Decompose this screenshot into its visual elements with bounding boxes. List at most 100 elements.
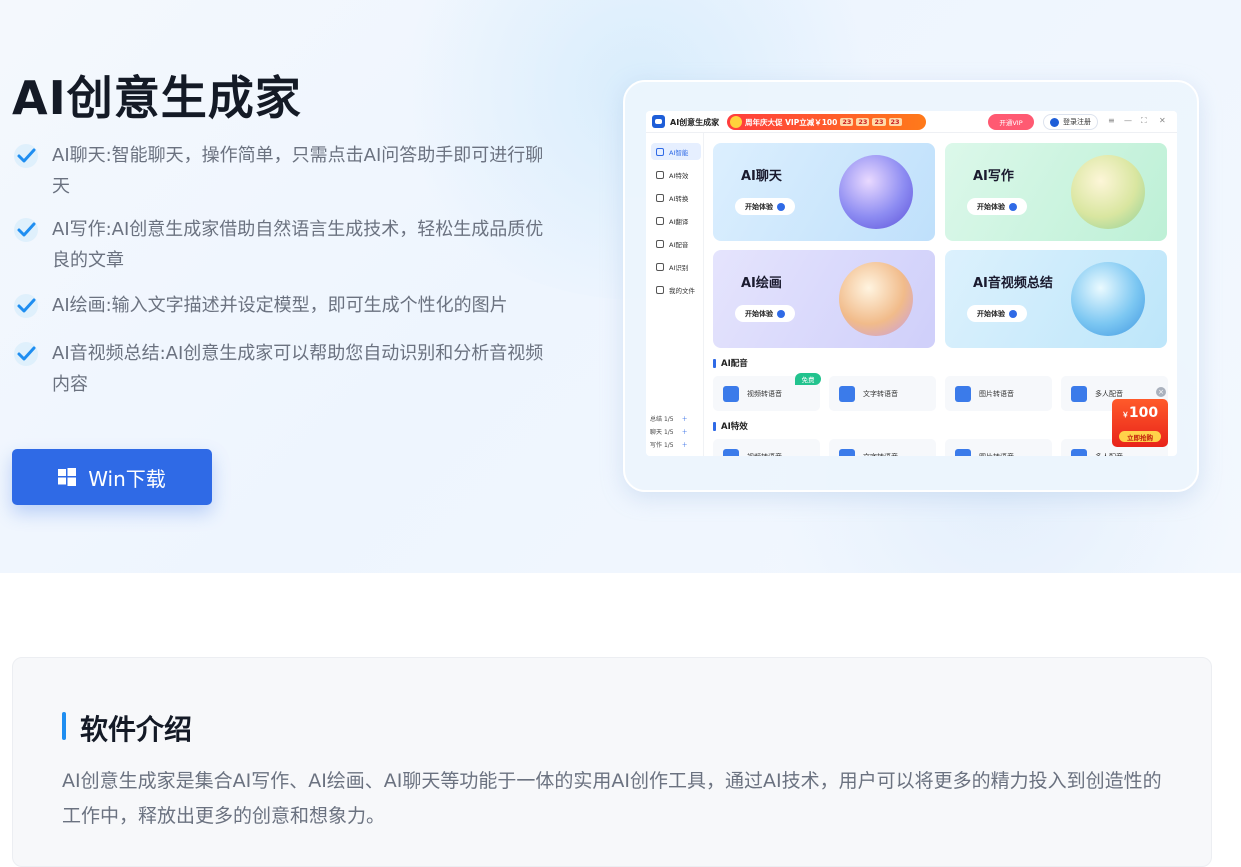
app-sidebar: AI智能 AI特效 AI转换 AI翻译 AI配音 AI识别 我的文件 总结 1/… bbox=[646, 133, 704, 456]
quota-label: 写作 bbox=[650, 442, 663, 449]
close-icon[interactable]: × bbox=[1156, 387, 1166, 397]
buy-now-button[interactable]: 立即抢购 bbox=[1119, 431, 1161, 442]
quota-value: 1/5 bbox=[663, 416, 674, 423]
tool-video-to-voice[interactable]: 视频转语音 bbox=[713, 439, 820, 456]
feature-item: AI绘画:输入文字描述并设定模型，即可生成个性化的图片 bbox=[12, 290, 552, 321]
sidebar-item-label: AI翻译 bbox=[669, 217, 689, 226]
palette-icon bbox=[839, 262, 913, 336]
voice-icon bbox=[656, 239, 664, 248]
people-icon bbox=[1071, 385, 1087, 402]
check-icon bbox=[14, 342, 38, 366]
close-icon[interactable]: ✕ bbox=[1159, 116, 1166, 125]
countdown-cell: 23 bbox=[888, 118, 902, 126]
card-ai-writing[interactable]: AI写作 开始体验 bbox=[945, 143, 1167, 241]
sidebar-item-ai-translate[interactable]: AI翻译 bbox=[651, 212, 701, 229]
section-heading: AI特效 bbox=[713, 420, 748, 432]
feature-text: AI音视频总结:AI创意生成家可以帮助您自动识别和分析音视频内容 bbox=[52, 343, 544, 395]
minimize-icon[interactable]: — bbox=[1124, 116, 1132, 125]
coupon-popup[interactable]: ￥100 立即抢购 bbox=[1112, 399, 1168, 447]
tool-label: 视频转语音 bbox=[747, 389, 782, 398]
text-icon bbox=[839, 385, 855, 402]
check-icon bbox=[14, 218, 38, 242]
countdown-cell: 23 bbox=[872, 118, 886, 126]
card-title: AI绘画 bbox=[741, 276, 782, 291]
quota-row: 总结 1/5 ＋ bbox=[650, 414, 688, 423]
check-icon bbox=[14, 144, 38, 168]
section-heading: AI配音 bbox=[713, 357, 748, 369]
quota-label: 聊天 bbox=[650, 429, 663, 436]
image-icon bbox=[955, 385, 971, 402]
menu-icon[interactable]: ≡ bbox=[1108, 116, 1115, 125]
win-download-button[interactable]: Win下载 bbox=[12, 449, 212, 505]
book-icon bbox=[1071, 155, 1145, 229]
feature-text: AI聊天:智能聊天，操作简单，只需点击AI问答助手即可进行聊天 bbox=[52, 145, 544, 197]
tool-label: 多人配音 bbox=[1095, 452, 1123, 457]
maximize-icon[interactable]: ⛶ bbox=[1141, 116, 1147, 126]
windows-icon bbox=[58, 468, 77, 486]
vip-button[interactable]: 开通VIP bbox=[988, 114, 1034, 130]
sidebar-item-ai-voice[interactable]: AI配音 bbox=[651, 235, 701, 252]
quota-row: 写作 1/5 ＋ bbox=[650, 440, 688, 449]
countdown-cell: 23 bbox=[856, 118, 870, 126]
plus-icon[interactable]: ＋ bbox=[682, 416, 688, 423]
tool-label: 多人配音 bbox=[1095, 389, 1123, 398]
app-name: AI创意生成家 bbox=[670, 118, 720, 127]
feature-item: AI聊天:智能聊天，操作简单，只需点击AI问答助手即可进行聊天 bbox=[12, 140, 552, 202]
quota-value: 1/5 bbox=[663, 442, 674, 449]
countdown-cell: 23 bbox=[840, 118, 854, 126]
gift-icon bbox=[730, 116, 742, 128]
promo-text: 周年庆大促 VIP立减￥100 bbox=[745, 117, 838, 127]
feature-text: AI写作:AI创意生成家借助自然语言生成技术，轻松生成品质优良的文章 bbox=[52, 219, 544, 271]
sidebar-item-label: AI转换 bbox=[669, 194, 689, 203]
app-preview: AI创意生成家 周年庆大促 VIP立减￥100 23 23 23 23 开通VI… bbox=[646, 111, 1177, 456]
translate-icon bbox=[656, 216, 664, 225]
card-ai-painting[interactable]: AI绘画 开始体验 bbox=[713, 250, 935, 348]
tool-label: 文字转语音 bbox=[863, 389, 898, 398]
tool-label: 文字转语音 bbox=[863, 452, 898, 457]
app-logo-icon bbox=[652, 115, 665, 128]
start-button[interactable]: 开始体验 bbox=[735, 198, 795, 215]
sidebar-item-ai-smart[interactable]: AI智能 bbox=[651, 143, 701, 160]
video-icon bbox=[723, 385, 739, 402]
login-button[interactable]: 登录注册 bbox=[1043, 114, 1098, 130]
start-button[interactable]: 开始体验 bbox=[967, 305, 1027, 322]
plus-icon[interactable]: ＋ bbox=[682, 429, 688, 436]
card-ai-av-summary[interactable]: AI音视频总结 开始体验 bbox=[945, 250, 1167, 348]
feature-text: AI绘画:输入文字描述并设定模型，即可生成个性化的图片 bbox=[52, 295, 508, 316]
coupon-currency: ￥ bbox=[1121, 411, 1129, 419]
coupon-amount: 100 bbox=[1128, 405, 1159, 421]
intro-heading: 软件介绍 bbox=[80, 713, 193, 746]
promo-banner[interactable]: 周年庆大促 VIP立减￥100 23 23 23 23 bbox=[727, 114, 926, 130]
card-title: AI音视频总结 bbox=[973, 276, 1053, 291]
card-ai-chat[interactable]: AI聊天 开始体验 bbox=[713, 143, 935, 241]
hero-section: AI创意生成家 AI聊天:智能聊天，操作简单，只需点击AI问答助手即可进行聊天 … bbox=[0, 0, 1241, 573]
page-title: AI创意生成家 bbox=[12, 71, 302, 125]
start-button[interactable]: 开始体验 bbox=[967, 198, 1027, 215]
software-intro-section: 软件介绍 AI创意生成家是集合AI写作、AI绘画、AI聊天等功能于一体的实用AI… bbox=[12, 657, 1212, 867]
intro-body: AI创意生成家是集合AI写作、AI绘画、AI聊天等功能于一体的实用AI创作工具，… bbox=[62, 770, 1162, 827]
convert-icon bbox=[656, 193, 664, 202]
card-title: AI聊天 bbox=[741, 169, 782, 184]
tool-text-to-voice[interactable]: 文字转语音 bbox=[829, 439, 936, 456]
feature-item: AI写作:AI创意生成家借助自然语言生成技术，轻松生成品质优良的文章 bbox=[12, 214, 552, 276]
tool-image-to-voice[interactable]: 图片转语音 bbox=[945, 439, 1052, 456]
sidebar-item-ai-recognize[interactable]: AI识别 bbox=[651, 258, 701, 275]
tool-text-to-voice[interactable]: 文字转语音 bbox=[829, 376, 936, 411]
sidebar-item-label: 我的文件 bbox=[669, 286, 695, 295]
plus-icon[interactable]: ＋ bbox=[682, 442, 688, 449]
sidebar-item-ai-convert[interactable]: AI转换 bbox=[651, 189, 701, 206]
free-badge: 免费 bbox=[795, 373, 821, 385]
quota-label: 总结 bbox=[650, 416, 663, 423]
feature-item: AI音视频总结:AI创意生成家可以帮助您自动识别和分析音视频内容 bbox=[12, 338, 552, 400]
sidebar-item-label: AI特效 bbox=[669, 171, 689, 180]
start-button[interactable]: 开始体验 bbox=[735, 305, 795, 322]
quota-row: 聊天 1/5 ＋ bbox=[650, 427, 688, 436]
app-titlebar: AI创意生成家 周年庆大促 VIP立减￥100 23 23 23 23 开通VI… bbox=[646, 111, 1177, 133]
sidebar-item-ai-effects[interactable]: AI特效 bbox=[651, 166, 701, 183]
sidebar-item-my-files[interactable]: 我的文件 bbox=[651, 281, 701, 298]
robot-icon bbox=[839, 155, 913, 229]
tool-image-to-voice[interactable]: 图片转语音 bbox=[945, 376, 1052, 411]
people-icon bbox=[1071, 448, 1087, 456]
tool-label: 视频转语音 bbox=[747, 452, 782, 457]
quota-value: 1/5 bbox=[663, 429, 674, 436]
